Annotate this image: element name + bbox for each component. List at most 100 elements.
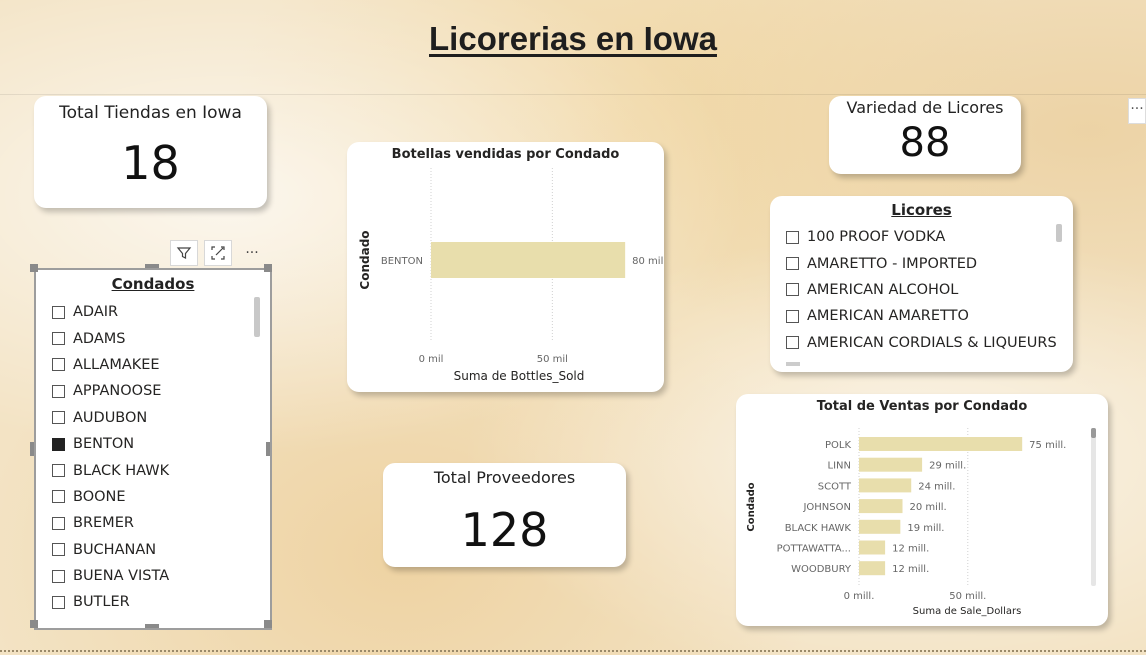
- x-tick-label: 0 mil: [419, 354, 444, 365]
- kpi-card-licores[interactable]: Variedad de Licores 88: [829, 96, 1021, 174]
- list-item[interactable]: AMARETTO - IMPORTED: [786, 250, 1073, 276]
- checkbox[interactable]: [786, 230, 799, 244]
- checkbox[interactable]: [52, 569, 65, 583]
- list-item[interactable]: AMERICAN ALCOHOL: [786, 277, 1073, 303]
- category-label: POLK: [825, 440, 851, 451]
- kpi-card-tiendas[interactable]: Total Tiendas en Iowa 18: [34, 96, 267, 208]
- list-item[interactable]: BUTLER: [52, 589, 270, 615]
- slicer-title: Condados: [111, 275, 195, 293]
- list-item[interactable]: BUCHANAN: [52, 537, 270, 563]
- resize-handle[interactable]: [30, 264, 38, 272]
- scrollbar-thumb[interactable]: [1091, 428, 1096, 438]
- checkbox[interactable]: [52, 305, 65, 319]
- condados-slicer[interactable]: Condados ADAIR ADAMS ALLAMAKEE APPANOOSE AUD…: [34, 268, 272, 630]
- checkbox[interactable]: [52, 332, 65, 346]
- list-item-label: BUENA VISTA: [73, 568, 170, 585]
- data-label: 12 mill.: [892, 544, 929, 555]
- list-item-label: ADAMS: [73, 330, 126, 347]
- bar-chart-ventas: 0 mill. 50 mill. POLK 75 mill. LINN 29 mill. S…: [746, 428, 1066, 617]
- list-item[interactable]: BUENA VISTA: [52, 563, 270, 589]
- chart-ventas[interactable]: Total de Ventas por Condado 0 mill. 50 mi…: [736, 394, 1108, 626]
- checkbox[interactable]: [52, 411, 65, 425]
- list-item[interactable]: AUDUBON: [52, 405, 270, 431]
- scrollbar[interactable]: [1091, 428, 1096, 586]
- more-options-icon[interactable]: ···: [238, 240, 266, 266]
- data-label: 12 mill.: [892, 564, 929, 575]
- y-axis-title: Condado: [358, 230, 372, 289]
- category-label: POTTAWATTA...: [777, 544, 851, 555]
- checkbox[interactable]: [786, 283, 799, 297]
- list-item-label: BREMER: [73, 515, 134, 532]
- checkbox[interactable]: [786, 309, 799, 323]
- list-item-label: AMERICAN CORDIALS & LIQUEURS: [807, 334, 1057, 351]
- focus-mode-icon[interactable]: [204, 240, 232, 266]
- list-item[interactable]: 100 PROOF VODKA: [786, 224, 1073, 250]
- category-label: BLACK HAWK: [785, 523, 852, 534]
- licores-slicer[interactable]: Licores 100 PROOF VODKA AMARETTO - IMPORT…: [770, 196, 1073, 372]
- list-item-label: BUCHANAN: [73, 541, 157, 558]
- page-bottom-border: [0, 650, 1146, 652]
- more-options-icon[interactable]: ···: [1128, 98, 1146, 124]
- data-label: 24 mill.: [918, 481, 955, 492]
- list-item[interactable]: BREMER: [52, 510, 270, 536]
- resize-handle[interactable]: [266, 442, 270, 456]
- bar: [431, 242, 626, 278]
- list-item[interactable]: APPANOOSE: [52, 378, 270, 404]
- kpi-card-proveedores[interactable]: Total Proveedores 128: [383, 463, 626, 567]
- list-item[interactable]: AMERICAN CORDIALS & LIQUEURS: [786, 330, 1073, 356]
- slicer-list: 100 PROOF VODKA AMARETTO - IMPORTED AMERIC…: [786, 224, 1073, 356]
- bar: [859, 478, 912, 493]
- checkbox[interactable]: [52, 516, 65, 530]
- checkbox[interactable]: [786, 257, 799, 271]
- checkbox[interactable]: [52, 490, 65, 504]
- slicer-list: ADAIR ADAMS ALLAMAKEE APPANOOSE AUDUBON BENTO…: [52, 299, 270, 616]
- list-item-label: AMARETTO - IMPORTED: [807, 255, 978, 272]
- list-item[interactable]: ADAIR: [52, 299, 270, 325]
- x-axis-title: Suma de Bottles_Sold: [454, 369, 585, 383]
- kpi-label: Total Tiendas en Iowa: [59, 103, 242, 123]
- kpi-label: Total Proveedores: [433, 468, 576, 487]
- scrollbar[interactable]: [254, 297, 260, 337]
- checkbox[interactable]: [52, 358, 65, 372]
- bar: [859, 499, 903, 514]
- list-item-label: BENTON: [73, 436, 135, 453]
- bar: [859, 519, 901, 534]
- list-item[interactable]: BENTON: [52, 431, 270, 457]
- category-label: SCOTT: [818, 481, 852, 492]
- slicer-title: Licores: [891, 201, 952, 219]
- checkbox[interactable]: [52, 437, 65, 451]
- checkbox[interactable]: [52, 464, 65, 478]
- bar: [859, 457, 923, 472]
- resize-handle[interactable]: [30, 442, 34, 456]
- checkbox[interactable]: [52, 384, 65, 398]
- checkbox[interactable]: [786, 336, 799, 350]
- filter-icon[interactable]: [170, 240, 198, 266]
- resize-handle[interactable]: [264, 620, 272, 628]
- category-label: LINN: [828, 461, 851, 472]
- bar: [859, 540, 886, 555]
- list-item[interactable]: AMERICAN AMARETTO: [786, 303, 1073, 329]
- resize-handle[interactable]: [145, 264, 159, 268]
- data-label: 20 mill.: [910, 502, 947, 513]
- list-item-label: AMERICAN AMARETTO: [807, 308, 969, 325]
- list-item-label: APPANOOSE: [73, 383, 162, 400]
- x-tick-label: 0 mill.: [844, 591, 875, 602]
- resize-handle[interactable]: [145, 624, 159, 628]
- header-divider: [0, 94, 1146, 95]
- resize-handle[interactable]: [264, 264, 272, 272]
- list-item[interactable]: ADAMS: [52, 325, 270, 351]
- list-item[interactable]: BLACK HAWK: [52, 457, 270, 483]
- resize-handle[interactable]: [30, 620, 38, 628]
- list-item-label: ADAIR: [73, 304, 119, 321]
- scrollbar[interactable]: [1056, 224, 1062, 242]
- checkbox[interactable]: [52, 543, 65, 557]
- list-item[interactable]: BOONE: [52, 484, 270, 510]
- checkbox[interactable]: [52, 595, 65, 609]
- data-label: 19 mill.: [907, 523, 944, 534]
- list-item[interactable]: ALLAMAKEE: [52, 352, 270, 378]
- chart-botellas[interactable]: Botellas vendidas por Condado 0 mil 50 mi…: [347, 142, 664, 392]
- y-axis-title: Condado: [746, 482, 757, 531]
- list-item-label: BUTLER: [73, 594, 130, 611]
- bar-chart-botellas: 0 mil 50 mil BENTON 80 mil Suma de Bottles_S…: [358, 168, 663, 383]
- page-title: Licorerias en Iowa: [429, 20, 717, 57]
